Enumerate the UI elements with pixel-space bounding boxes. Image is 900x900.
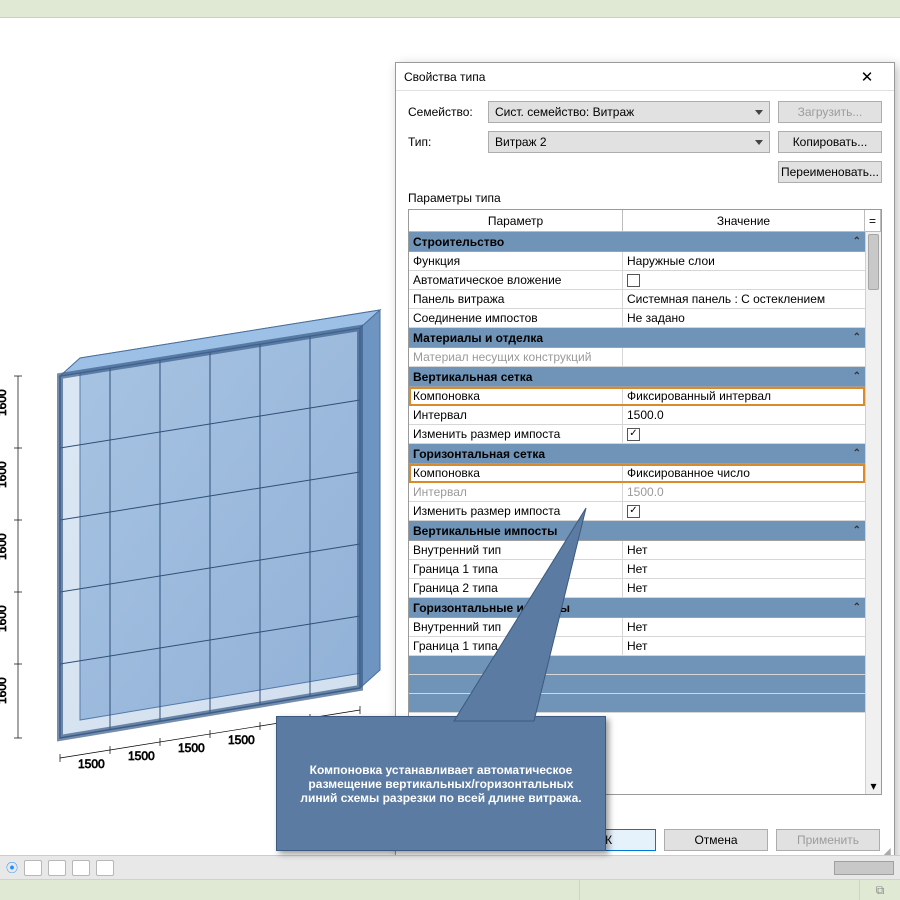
view-control-bar[interactable]: ⦿ [0, 855, 900, 879]
toolbar-icon[interactable] [24, 860, 42, 876]
table-row[interactable]: Панель витражаСистемная панель : С остек… [409, 290, 865, 309]
group-header[interactable]: Материалы и отделка⌃ [409, 328, 865, 348]
status-bar: ⧉ [0, 879, 900, 900]
svg-text:1500: 1500 [128, 749, 155, 763]
table-row[interactable]: Интервал1500.0 [409, 406, 865, 425]
apply-button[interactable]: Применить [776, 829, 880, 851]
pin-icon[interactable]: ⦿ [6, 859, 18, 876]
copy-button[interactable]: Копировать... [778, 131, 882, 153]
param-value[interactable]: Нет [623, 637, 865, 655]
svg-text:1600: 1600 [0, 461, 9, 488]
dim-h: 1500 [78, 757, 105, 771]
annotation-callout: Компоновка устанавливает автоматическое … [276, 716, 606, 851]
cancel-button[interactable]: Отмена [664, 829, 768, 851]
group-header[interactable]: Вертикальная сетка⌃ [409, 367, 865, 387]
svg-text:1600: 1600 [0, 533, 9, 560]
toolbar-icon[interactable] [48, 860, 66, 876]
chevron-up-icon[interactable]: ⌃ [853, 602, 861, 613]
param-value[interactable]: Не задано [623, 309, 865, 327]
param-value[interactable] [623, 348, 865, 366]
toolbar-icon[interactable] [72, 860, 90, 876]
param-value[interactable]: Фиксированный интервал [623, 387, 865, 405]
checkbox-icon[interactable] [627, 274, 640, 287]
table-row[interactable]: Соединение импостовНе задано [409, 309, 865, 328]
param-value[interactable]: Нет [623, 541, 865, 559]
group-header[interactable]: Горизонтальная сетка⌃ [409, 444, 865, 464]
param-value[interactable]: Фиксированное число [623, 464, 865, 482]
group-header[interactable]: Строительство⌃ [409, 232, 865, 252]
param-name: Функция [409, 252, 623, 270]
param-name: Автоматическое вложение [409, 271, 623, 289]
param-name: Изменить размер импоста [409, 425, 623, 443]
chevron-down-icon[interactable]: ▾ [866, 778, 881, 794]
checkbox-icon[interactable]: ✓ [627, 428, 640, 441]
param-name: Компоновка [409, 387, 623, 405]
params-section-label: Параметры типа [408, 191, 882, 205]
param-value[interactable]: Нет [623, 618, 865, 636]
family-select[interactable]: Сист. семейство: Витраж [488, 101, 770, 123]
table-row[interactable]: Автоматическое вложение [409, 271, 865, 290]
param-name: Интервал [409, 406, 623, 424]
type-label: Тип: [408, 135, 480, 149]
param-value[interactable]: ✓ [623, 502, 865, 520]
param-name: Интервал [409, 483, 623, 501]
rename-button[interactable]: Переименовать... [778, 161, 882, 183]
scrollbar-thumb[interactable] [868, 234, 879, 290]
param-value[interactable]: Наружные слои [623, 252, 865, 270]
chevron-up-icon[interactable]: ⌃ [853, 371, 861, 382]
callout-text: Компоновка устанавливает автоматическое … [293, 763, 589, 805]
grid-header: Параметр Значение = [409, 210, 881, 232]
filter-icon[interactable]: ⧉ [876, 883, 885, 898]
param-value[interactable]: Нет [623, 579, 865, 597]
param-value[interactable]: 1500.0 [623, 406, 865, 424]
col-value[interactable]: Значение [623, 210, 865, 232]
type-select[interactable]: Витраж 2 [488, 131, 770, 153]
param-name: Компоновка [409, 464, 623, 482]
family-label: Семейство: [408, 105, 480, 119]
chevron-up-icon[interactable]: ⌃ [853, 448, 861, 459]
dialog-title: Свойства типа [404, 70, 848, 84]
close-icon[interactable]: ✕ [848, 68, 886, 86]
svg-text:1500: 1500 [228, 733, 255, 747]
param-value[interactable]: Нет [623, 560, 865, 578]
load-button[interactable]: Загрузить... [778, 101, 882, 123]
zoom-slider[interactable] [834, 861, 894, 875]
svg-text:1600: 1600 [0, 677, 9, 704]
grid-scrollbar[interactable]: ▾ [865, 232, 881, 794]
param-value[interactable]: ✓ [623, 425, 865, 443]
table-row[interactable]: Изменить размер импоста ✓ [409, 425, 865, 444]
param-value[interactable]: Системная панель : С остеклением [623, 290, 865, 308]
chevron-up-icon[interactable]: ⌃ [853, 525, 861, 536]
toolbar-icon[interactable] [96, 860, 114, 876]
svg-text:1600: 1600 [0, 605, 9, 632]
table-row[interactable]: КомпоновкаФиксированный интервал [409, 387, 865, 406]
dialog-titlebar[interactable]: Свойства типа ✕ [396, 63, 894, 91]
param-name: Соединение импостов [409, 309, 623, 327]
param-name: Панель витража [409, 290, 623, 308]
table-row[interactable]: ФункцияНаружные слои [409, 252, 865, 271]
app-ribbon-strip [0, 0, 900, 18]
param-name: Материал несущих конструкций [409, 348, 623, 366]
dim-v: 1600 [0, 389, 9, 416]
chevron-up-icon[interactable]: ⌃ [853, 332, 861, 343]
svg-text:1500: 1500 [178, 741, 205, 755]
param-value[interactable]: 1500.0 [623, 483, 865, 501]
table-row[interactable]: Материал несущих конструкций [409, 348, 865, 367]
col-parameter[interactable]: Параметр [409, 210, 623, 232]
col-equals[interactable]: = [865, 210, 881, 232]
param-value[interactable] [623, 271, 865, 289]
model-3d-view[interactable]: 1600 1600 1600 1600 1600 1500 1500 1500 … [10, 58, 410, 818]
table-row[interactable]: КомпоновкаФиксированное число [409, 464, 865, 483]
table-row[interactable]: Интервал1500.0 [409, 483, 865, 502]
chevron-up-icon[interactable]: ⌃ [853, 236, 861, 247]
